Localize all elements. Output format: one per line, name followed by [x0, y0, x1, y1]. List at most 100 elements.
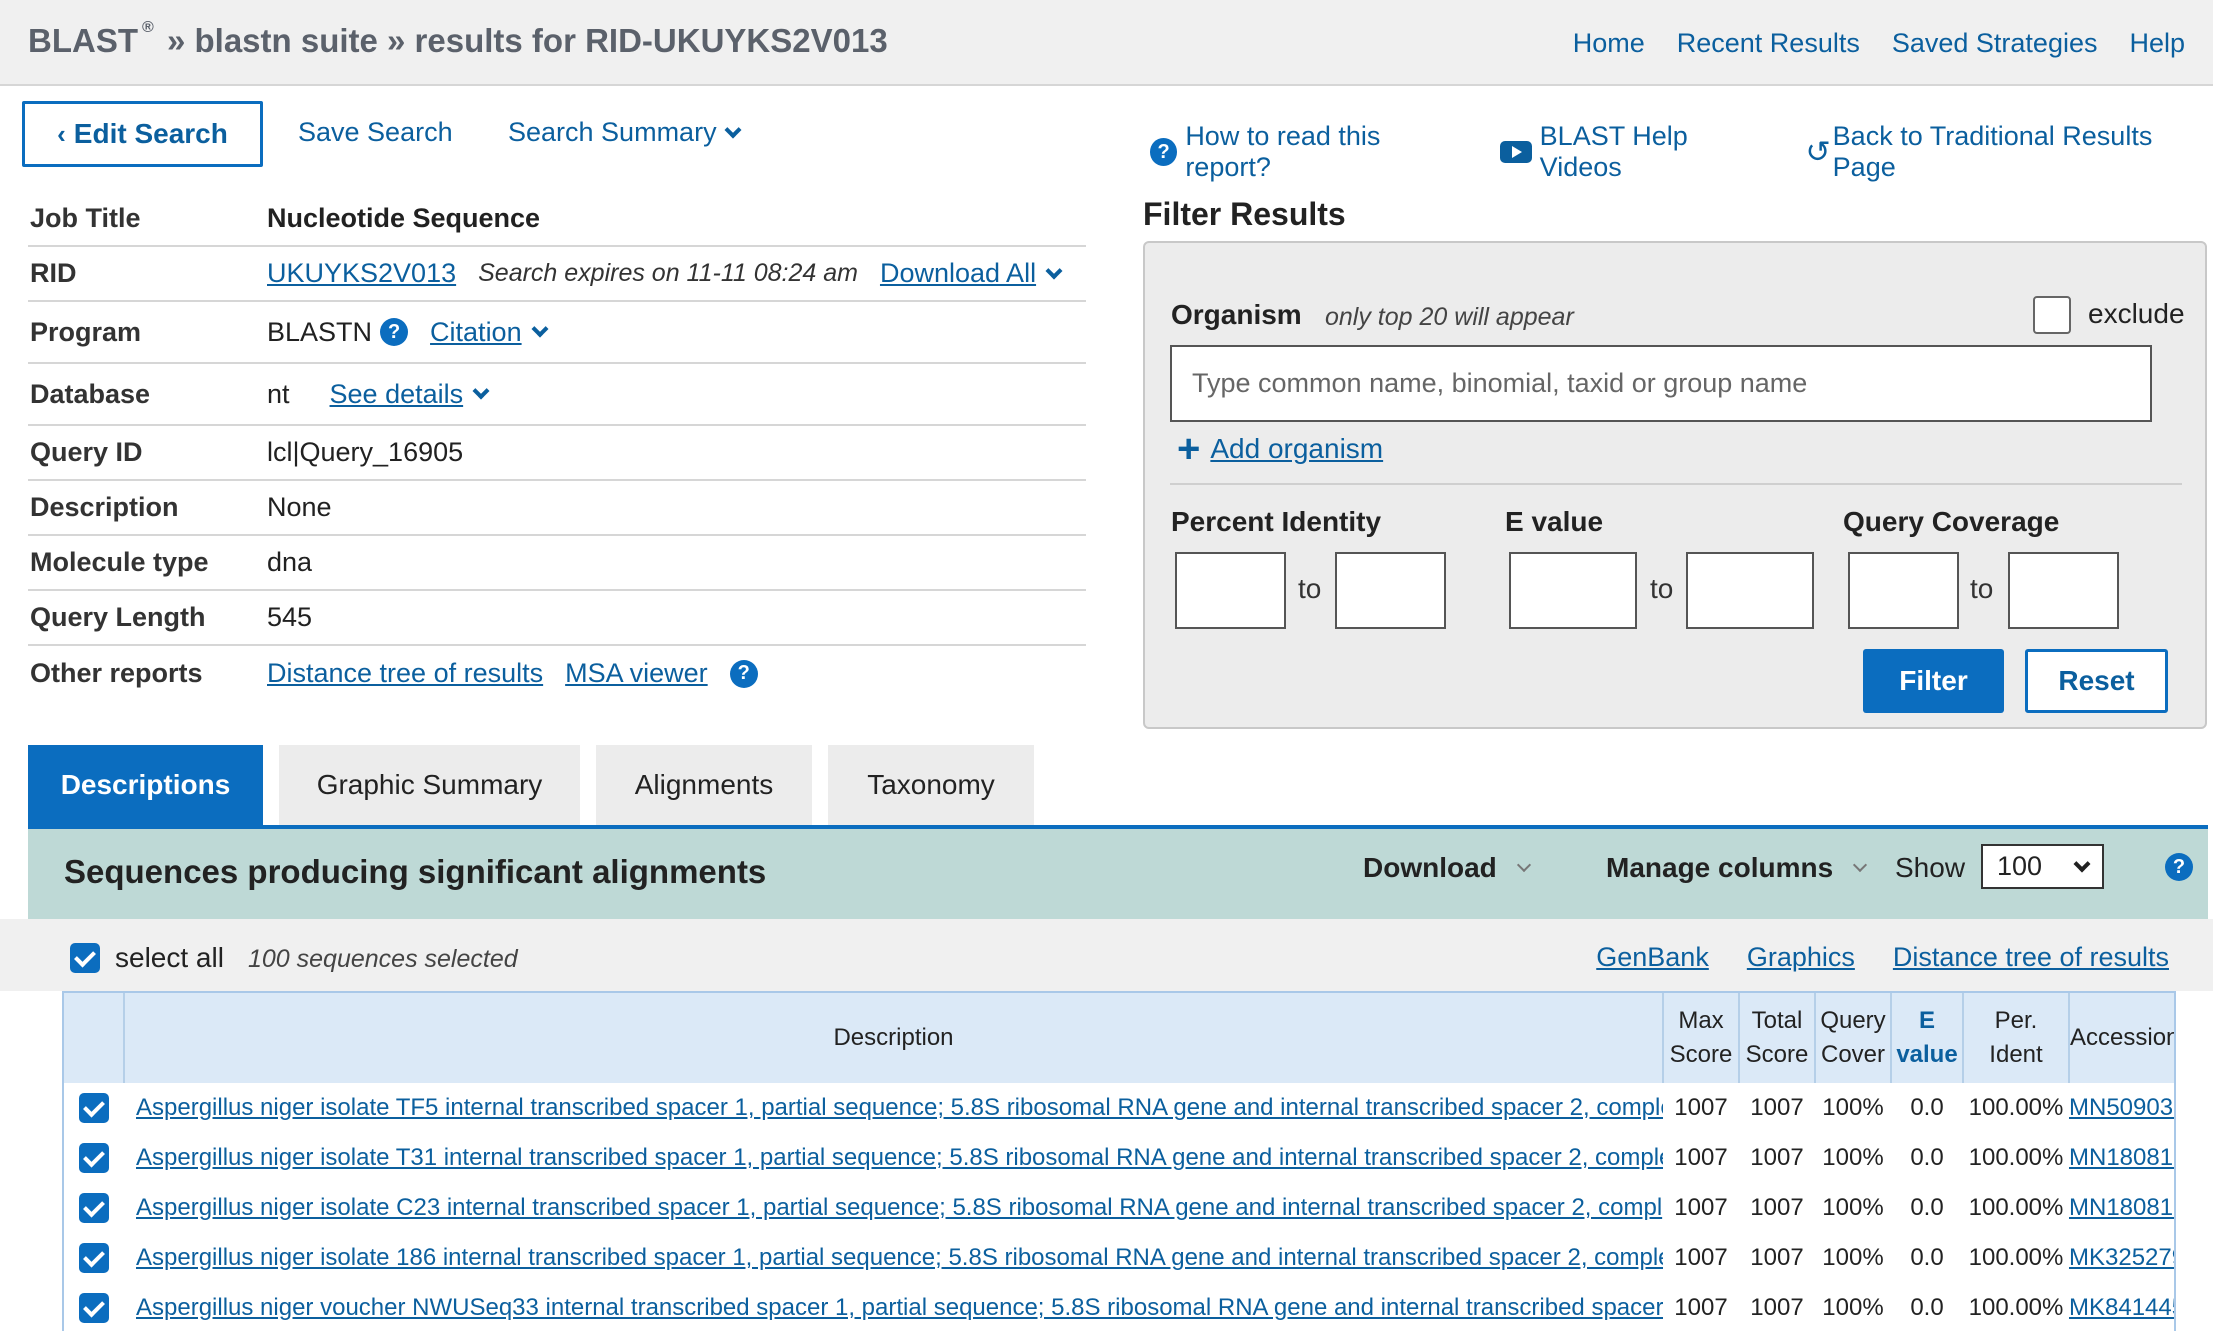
nav-help[interactable]: Help [2129, 28, 2185, 59]
row-accession-link[interactable]: MK325279.1 [2069, 1244, 2174, 1271]
brand-logo[interactable]: BLAST [28, 22, 138, 59]
col-total-score[interactable]: Total Score [1739, 993, 1816, 1083]
row-accession-link[interactable]: MN509035.1 [2069, 1094, 2174, 1121]
distance-tree-link[interactable]: Distance tree of results [267, 658, 543, 689]
organism-input[interactable]: Type common name, binomial, taxid or gro… [1170, 345, 2152, 422]
show-count-select[interactable]: 100 [1981, 844, 2104, 889]
job-title-row: Job Title Nucleotide Sequence [28, 192, 1086, 247]
tab-taxonomy[interactable]: Taxonomy [828, 745, 1034, 825]
how-to-read-link[interactable]: ? How to read this report? [1150, 121, 1466, 183]
row-accession-link[interactable]: MN180810.1 [2069, 1194, 2174, 1221]
filter-panel: Organism only top 20 will appear exclude… [1143, 241, 2207, 729]
chevron-down-icon [472, 382, 490, 400]
percent-identity-min-input[interactable] [1175, 552, 1286, 629]
how-to-read-label: How to read this report? [1185, 121, 1381, 182]
row-description-link[interactable]: Aspergillus niger voucher NWUSeq33 inter… [136, 1294, 1663, 1321]
nav-recent-results[interactable]: Recent Results [1677, 28, 1860, 59]
molecule-row: Molecule type dna [28, 536, 1086, 591]
question-icon[interactable]: ? [380, 318, 409, 346]
exclude-checkbox[interactable] [2033, 296, 2071, 334]
program-value: BLASTN ? Citation [267, 317, 549, 348]
row-checkbox[interactable] [79, 1193, 109, 1223]
see-details-dropdown[interactable]: See details [330, 379, 490, 410]
percent-identity-max-input[interactable] [1335, 552, 1446, 629]
nav-saved-strategies[interactable]: Saved Strategies [1892, 28, 2098, 59]
col-per-ident[interactable]: Per. Ident [1963, 993, 2070, 1083]
col-query-cover[interactable]: Query Cover [1815, 993, 1892, 1083]
query-coverage-min-input[interactable] [1848, 552, 1959, 629]
query-id-label: Query ID [30, 437, 143, 467]
rid-link[interactable]: UKUYKS2V013 [267, 258, 456, 289]
help-videos-link[interactable]: BLAST Help Videos [1500, 121, 1771, 183]
msa-viewer-link[interactable]: MSA viewer [565, 658, 708, 689]
chevron-down-icon [1045, 262, 1063, 279]
table-row: Aspergillus niger isolate TF5 internal t… [64, 1083, 2174, 1133]
plus-icon: + [1177, 427, 1201, 471]
col-accession[interactable]: Accession [2069, 993, 2174, 1083]
row-description-link[interactable]: Aspergillus niger isolate TF5 internal t… [136, 1094, 1663, 1121]
select-all-checkbox[interactable] [70, 943, 100, 973]
rid-label: RID [30, 258, 77, 288]
row-description-link[interactable]: Aspergillus niger isolate 186 internal t… [136, 1244, 1663, 1271]
row-per-ident: 100.00% [1968, 1144, 2064, 1171]
breadcrumb: BLAST ® » blastn suite » results for RID-… [28, 19, 888, 60]
save-search-link[interactable]: Save Search [298, 117, 453, 148]
row-query-cover: 100% [1822, 1194, 1884, 1221]
edit-search-button[interactable]: ‹ Edit Search [22, 101, 263, 167]
col-max-score[interactable]: Max Score [1663, 993, 1740, 1083]
download-dropdown[interactable]: Download [1363, 852, 1531, 884]
tab-descriptions[interactable]: Descriptions [28, 745, 263, 825]
search-summary-dropdown[interactable]: Search Summary [508, 117, 742, 148]
back-traditional-link[interactable]: ↺ Back to Traditional Results Page [1806, 121, 2213, 183]
genbank-link[interactable]: GenBank [1596, 942, 1709, 973]
col-per-ident-l1: Per. [1994, 1007, 2038, 1034]
col-query-cover-l1: Query [1820, 1007, 1886, 1034]
col-total-score-l2: Score [1745, 1041, 1809, 1068]
row-e-value: 0.0 [1910, 1094, 1944, 1121]
row-checkbox[interactable] [79, 1143, 109, 1173]
row-checkbox[interactable] [79, 1093, 109, 1123]
add-organism-link[interactable]: + Add organism [1177, 429, 1383, 469]
top-nav: Home Recent Results Saved Strategies Hel… [1573, 28, 2185, 59]
filter-button[interactable]: Filter [1863, 649, 2004, 713]
e-value-min-input[interactable] [1509, 552, 1637, 629]
chevron-down-icon [1853, 857, 1868, 873]
citation-dropdown[interactable]: Citation [430, 317, 549, 348]
row-description-link[interactable]: Aspergillus niger isolate C23 internal t… [136, 1194, 1662, 1221]
tab-graphic-summary[interactable]: Graphic Summary [279, 745, 580, 825]
description-value: None [267, 492, 332, 522]
table-row: Aspergillus niger isolate T31 internal t… [64, 1133, 2174, 1183]
col-description[interactable]: Description [124, 993, 1664, 1083]
col-e-value[interactable]: Evalue [1891, 993, 1964, 1083]
distance-tree-results-link[interactable]: Distance tree of results [1893, 942, 2169, 973]
manage-columns-dropdown[interactable]: Manage columns [1606, 852, 1868, 884]
chevron-left-icon: ‹ [57, 118, 66, 149]
col-per-ident-l2: Ident [1989, 1041, 2043, 1068]
chevron-down-icon [2073, 855, 2091, 872]
row-e-value: 0.0 [1910, 1194, 1944, 1221]
row-checkbox[interactable] [79, 1293, 109, 1323]
download-all-dropdown[interactable]: Download All [880, 258, 1063, 289]
e-value-label: E value [1505, 506, 1604, 537]
row-accession-link[interactable]: MN180813.1 [2069, 1144, 2174, 1171]
nav-home[interactable]: Home [1573, 28, 1645, 59]
question-icon[interactable]: ? [729, 659, 758, 688]
question-icon[interactable]: ? [2165, 853, 2193, 881]
results-header: Sequences producing significant alignmen… [28, 829, 2208, 919]
row-accession-link[interactable]: MK841445.1 [2069, 1294, 2174, 1321]
video-icon [1500, 141, 1532, 163]
query-coverage-max-input[interactable] [2008, 552, 2119, 629]
col-max-score-l1: Max [1678, 1007, 1724, 1034]
row-max-score: 1007 [1674, 1094, 1728, 1121]
graphics-link[interactable]: Graphics [1747, 942, 1855, 973]
exclude-label: exclude [2088, 298, 2185, 329]
row-checkbox[interactable] [79, 1243, 109, 1273]
reset-button[interactable]: Reset [2025, 649, 2168, 713]
tab-alignments[interactable]: Alignments [596, 745, 812, 825]
row-description-link[interactable]: Aspergillus niger isolate T31 internal t… [136, 1144, 1663, 1171]
query-id-row: Query ID lcl|Query_16905 [28, 426, 1086, 481]
download-label: Download [1363, 852, 1497, 883]
e-value-max-input[interactable] [1686, 552, 1814, 629]
search-summary-label: Search Summary [508, 117, 717, 147]
undo-icon: ↺ [1805, 135, 1831, 169]
